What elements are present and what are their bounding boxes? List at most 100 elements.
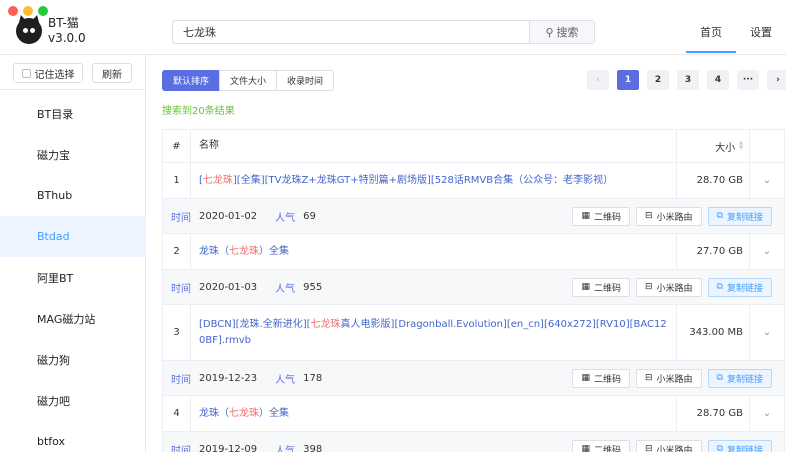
table-row[interactable]: 2 龙珠（七龙珠）全集 27.70 GB ⌄ [163,234,784,270]
more-pages-button[interactable]: ··· [737,70,759,90]
sidebar-item-cciligou[interactable]: 磁力狗 [0,339,146,380]
header-index: # [163,130,191,162]
qrcode-button[interactable]: ▦ 二维码 [572,439,630,452]
time-value: 2020-01-02 [199,210,258,222]
router-button[interactable]: ⊟ 小米路由 [635,206,702,226]
router-button[interactable]: ⊟ 小米路由 [635,368,702,388]
sidebar-item-ciliba[interactable]: 磁力吧 [0,380,146,421]
name-text: [DBCN][龙珠.全新进化][ [199,318,311,330]
search-button[interactable]: ⚲ 搜索 [529,21,594,43]
page-button[interactable]: 4 [707,70,729,90]
result-count: 搜索到20条结果 [162,106,235,117]
results-table: # 名称 大小 ▲ ▼ 1 [七龙珠][全集][TV龙珠Z+龙珠GT+特别篇+剧场… [162,129,785,452]
sidebar-item-btmulu[interactable]: BT目录 [0,93,146,134]
table-row[interactable]: 3 [DBCN][龙珠.全新进化][七龙珠真人电影版][Dragonball.E… [163,305,784,361]
remember-label: 记住选择 [34,69,75,81]
sidebar-item-mag[interactable]: MAG磁力站 [0,298,146,339]
sidebar-item-alibt[interactable]: 阿里BT [0,257,146,298]
row-name[interactable]: [DBCN][龙珠.全新进化][七龙珠真人电影版][Dragonball.Evo… [191,305,677,360]
row-actions: ▦ 二维码 ⊟ 小米路由 ⧉ 复制链接 [572,432,772,452]
table-header: # 名称 大小 ▲ ▼ [163,130,784,163]
prev-page-button[interactable]: ‹ [587,70,609,90]
popularity-label: 人气 [275,445,296,452]
router-label: 小米路由 [656,283,693,294]
refresh-button[interactable]: 刷新 [92,63,132,83]
copy-icon: ⧉ [716,444,723,452]
name-text: 龙珠（ [199,407,229,419]
cat-logo-icon [16,18,42,44]
time-label: 时间 [171,374,191,386]
qrcode-button[interactable]: ▦ 二维码 [572,206,630,226]
meta-info: 时间 2019-12-23 人气 178 [171,361,340,395]
sort-time-button[interactable]: 收录时间 [276,70,335,91]
row-size: 27.70 GB [677,234,750,269]
copy-link-button[interactable]: ⧉ 复制链接 [707,368,772,388]
next-page-button[interactable]: › [767,70,786,90]
row-actions: ▦ 二维码 ⊟ 小米路由 ⧉ 复制链接 [572,199,772,233]
sort-caret-icon[interactable]: ▲ ▼ [739,141,743,151]
close-window-button[interactable] [8,6,18,16]
qrcode-button[interactable]: ▦ 二维码 [572,368,630,388]
sidebar-item-bthub[interactable]: BThub [0,175,146,216]
checkbox-icon[interactable] [21,68,31,78]
nav-active-indicator [686,51,736,53]
page-button[interactable]: 2 [647,70,669,90]
app-header: BT-猫 v3.0.0 ⚲ 搜索 首页 设置 [0,0,786,55]
table-row[interactable]: 1 [七龙珠][全集][TV龙珠Z+龙珠GT+特别篇+剧场版][528话RMVB… [163,163,784,199]
popularity-label: 人气 [275,212,296,224]
header-name: 名称 [191,130,677,162]
row-name[interactable]: [七龙珠][全集][TV龙珠Z+龙珠GT+特别篇+剧场版][528话RMVB合集… [191,163,677,198]
sort-default-button[interactable]: 默认排序 [162,70,221,91]
maximize-window-button[interactable] [38,6,48,16]
sidebar-item-btfox[interactable]: btfox [0,421,146,452]
sidebar-item-cilibao[interactable]: 磁力宝 [0,134,146,175]
remember-choice-button[interactable]: 记住选择 [13,63,83,83]
copy-label: 复制链接 [726,445,763,452]
popularity-value: 69 [303,210,316,222]
row-meta: 时间 2019-12-23 人气 178 ▦ 二维码 ⊟ 小米路由 ⧉ 复制链接 [163,361,784,396]
app-title: BT-猫 v3.0.0 [48,16,86,46]
header-size-label: 大小 [715,142,736,154]
row-actions: ▦ 二维码 ⊟ 小米路由 ⧉ 复制链接 [572,270,772,304]
row-size: 28.70 GB [677,163,750,198]
meta-info: 时间 2020-01-02 人气 69 [171,199,334,233]
router-icon: ⊟ [644,282,653,292]
name-highlight: 七龙珠 [229,407,259,419]
sort-size-button[interactable]: 文件大小 [219,70,278,91]
chevron-down-icon[interactable]: ⌄ [750,234,784,269]
row-index: 1 [163,163,191,198]
qrcode-label: 二维码 [593,283,621,294]
sidebar-item-btdad[interactable]: Btdad [0,216,146,257]
row-name[interactable]: 龙珠（七龙珠）全集 [191,396,677,431]
page-button[interactable]: 1 [617,70,639,90]
header-size[interactable]: 大小 ▲ ▼ [677,130,750,162]
qrcode-label: 二维码 [593,445,621,452]
page-button[interactable]: 3 [677,70,699,90]
nav-tab-home[interactable]: 首页 [700,24,722,40]
router-button[interactable]: ⊟ 小米路由 [635,439,702,452]
search-icon: ⚲ [545,25,554,39]
row-name[interactable]: 龙珠（七龙珠）全集 [191,234,677,269]
popularity-value: 178 [303,372,323,384]
chevron-down-icon[interactable]: ⌄ [750,305,784,360]
time-value: 2020-01-03 [199,281,258,293]
qrcode-button[interactable]: ▦ 二维码 [572,277,630,297]
copy-link-button[interactable]: ⧉ 复制链接 [707,439,772,452]
router-icon: ⊟ [644,444,653,452]
copy-link-button[interactable]: ⧉ 复制链接 [707,277,772,297]
name-text: 龙珠（ [199,245,229,257]
chevron-down-icon[interactable]: ⌄ [750,163,784,198]
qrcode-icon: ▦ [581,211,590,221]
header-expand [750,130,784,162]
copy-label: 复制链接 [726,212,763,223]
router-button[interactable]: ⊟ 小米路由 [635,277,702,297]
copy-link-button[interactable]: ⧉ 复制链接 [707,206,772,226]
search-bar: ⚲ 搜索 [172,20,595,44]
name-highlight: 七龙珠 [310,318,341,330]
qrcode-label: 二维码 [593,374,621,385]
search-input[interactable] [173,21,529,43]
table-row[interactable]: 4 龙珠（七龙珠）全集 28.70 GB ⌄ [163,396,784,432]
popularity-label: 人气 [275,283,296,295]
nav-tab-settings[interactable]: 设置 [750,24,772,40]
chevron-down-icon[interactable]: ⌄ [750,396,784,431]
